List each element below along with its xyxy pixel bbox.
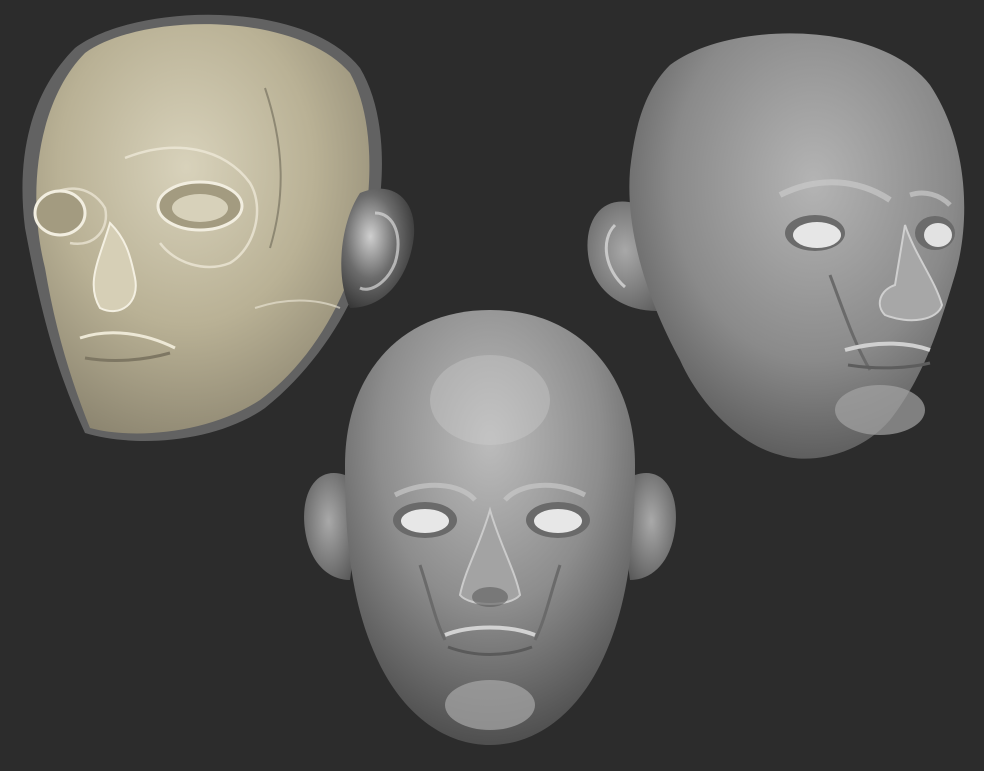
viewport-canvas [0, 0, 984, 771]
clay-head-front [304, 310, 676, 745]
